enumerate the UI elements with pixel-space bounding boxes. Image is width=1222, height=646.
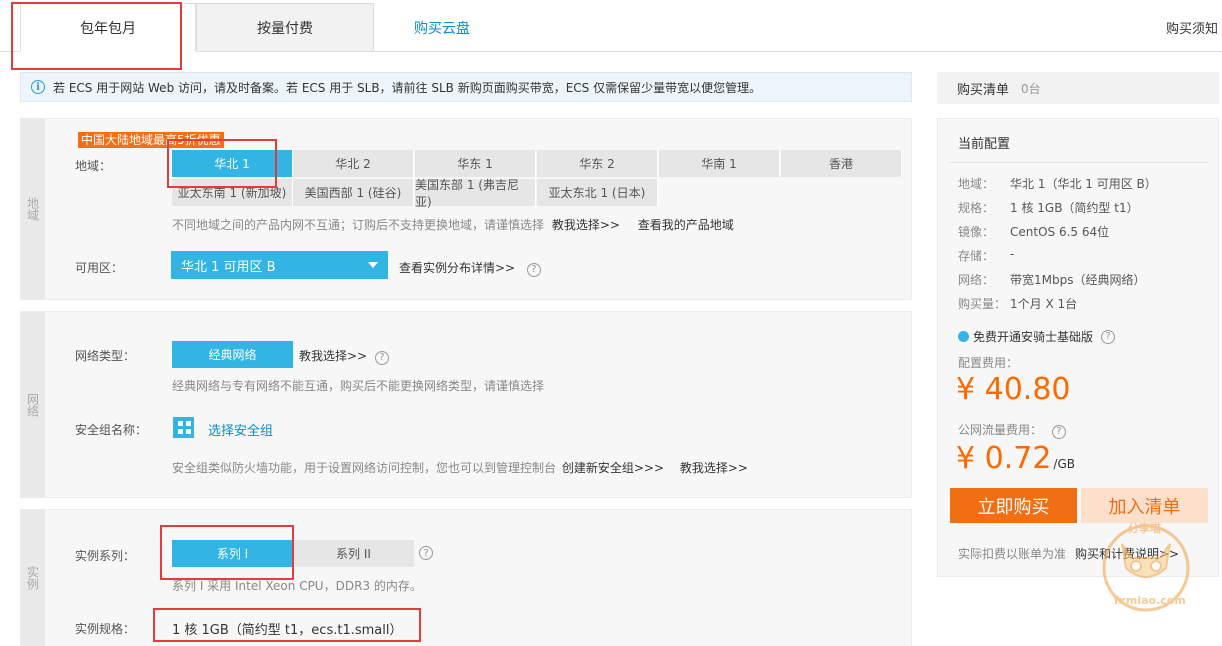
config-row: 网络： 带宽1Mbps（经典网络） (958, 273, 1146, 287)
network-section: 网络 网络类型： 经典网络 教我选择>> ? 经典网络与专有网络不能互通，购买后… (20, 311, 912, 498)
zone-label: 可用区： (75, 261, 124, 275)
region-section: 地域 中国大陆地域最高5折优惠 地域： 华北 1 华北 2 华东 1 华东 2 … (20, 118, 912, 300)
billing-note: 实际扣费以账单为准 (958, 547, 1067, 561)
config-row: 地域： 华北 1（华北 1 可用区 B） (958, 177, 1157, 191)
config-title: 当前配置 (958, 137, 1011, 152)
my-regions-link[interactable]: 查看我的产品地域 (638, 218, 734, 232)
cart-count: 0台 (1021, 81, 1041, 96)
instance-series-label: 实例系列： (75, 549, 136, 563)
shield-icon (958, 331, 969, 342)
anqi-option[interactable]: 免费开通安骑士基础版 ? (958, 328, 1116, 345)
region-guide-link[interactable]: 教我选择>> (552, 218, 620, 232)
watermark-title: 分享喵 (1128, 522, 1161, 535)
help-icon[interactable]: ? (1101, 329, 1116, 344)
highlight-box-series (160, 525, 294, 580)
tab-pay-as-you-go[interactable]: 按量付费 (196, 3, 374, 52)
network-type-label: 网络类型： (75, 349, 136, 363)
watermark-logo: 分享喵 fxmiao.com (1094, 514, 1198, 618)
cart-title: 购买清单 (957, 82, 1010, 98)
network-classic-button[interactable]: 经典网络 (172, 341, 293, 368)
zone-details: 查看实例分布详情>> ? (399, 259, 541, 277)
buy-notice-link[interactable]: 购买须知 (1166, 18, 1218, 37)
series-2-button[interactable]: 系列 II (293, 540, 414, 567)
help-icon[interactable]: ? (1051, 424, 1066, 439)
network-guide-link[interactable]: 教我选择>> (299, 349, 367, 363)
watermark-url: fxmiao.com (1114, 594, 1186, 607)
help-icon[interactable]: ? (374, 350, 389, 365)
highlight-box-monthly (11, 2, 182, 70)
region-hint: 不同地域之间的产品内网不互通；订购后不支持更换地域，请谨慎选择 教我选择>> 查… (172, 218, 734, 232)
network-type-hint: 经典网络与专有网络不能互通，购买后不能更换网络类型，请谨慎选择 (172, 379, 545, 393)
region-label: 地域： (75, 159, 112, 173)
region-us-west[interactable]: 美国西部 1 (硅谷) (293, 179, 414, 206)
create-security-group-link[interactable]: 创建新安全组>>> (562, 461, 664, 475)
help-icon[interactable]: ? (526, 262, 541, 277)
grid-icon[interactable] (173, 417, 194, 438)
region-hongkong[interactable]: 香港 (781, 150, 902, 177)
buy-now-button[interactable]: 立即购买 (950, 488, 1077, 523)
config-row: 镜像： CentOS 6.5 64位 (958, 225, 1110, 239)
section-side-network: 网络 (21, 312, 45, 497)
config-row: 购买量： 1个月 X 1台 (958, 297, 1078, 311)
tab-cloud-disk[interactable]: 购买云盘 (374, 3, 510, 52)
security-group-guide-link[interactable]: 教我选择>> (680, 461, 748, 475)
traffic-fee-label: 公网流量费用： ? (958, 421, 1066, 439)
zone-select[interactable]: 华北 1 可用区 B (171, 251, 388, 279)
config-row: 规格： 1 核 1GB（简约型 t1） (958, 201, 1139, 215)
cart-header: 购买清单 0台 (937, 72, 1219, 104)
instance-spec-label: 实例规格： (75, 622, 136, 636)
divider (948, 162, 1208, 163)
highlight-box-region (167, 139, 277, 188)
fee-label: 配置费用： (958, 356, 1019, 370)
select-security-group-link[interactable]: 选择安全组 (208, 420, 273, 439)
purchase-tabbar: 包年包月 按量付费 购买云盘 购买须知 (0, 0, 1222, 52)
info-icon: i (31, 80, 45, 94)
region-huadong-2[interactable]: 华东 2 (537, 150, 658, 177)
notice-text: 若 ECS 用于网站 Web 访问，请及时备案。若 ECS 用于 SLB，请前往… (53, 80, 762, 95)
region-huadong-1[interactable]: 华东 1 (415, 150, 536, 177)
chevron-down-icon (368, 262, 378, 268)
notice-bar: i 若 ECS 用于网站 Web 访问，请及时备案。若 ECS 用于 SLB，请… (20, 72, 912, 102)
region-japan[interactable]: 亚太东北 1 (日本) (537, 179, 658, 206)
highlight-box-spec (153, 608, 421, 642)
security-group-label: 安全组名称： (75, 423, 148, 437)
help-icon[interactable]: ? (419, 546, 433, 560)
current-config-panel: 当前配置 地域： 华北 1（华北 1 可用区 B） 规格： 1 核 1GB（简约型 … (937, 118, 1219, 577)
region-huabei-2[interactable]: 华北 2 (293, 150, 414, 177)
section-side-region: 地域 (21, 119, 45, 299)
section-side-instance: 实例 (21, 510, 45, 646)
security-group-hint: 安全组类似防火墙功能，用于设置网络访问控制，您也可以到管理控制台 创建新安全组>… (172, 461, 748, 475)
traffic-fee-value: ¥ 0.72/GB (956, 441, 1075, 476)
region-us-east[interactable]: 美国东部 1 (弗吉尼亚) (415, 178, 536, 209)
zone-details-link[interactable]: 查看实例分布详情>> (399, 261, 515, 275)
network-guide: 教我选择>> ? (299, 347, 389, 365)
config-row: 存储： - (958, 247, 1015, 263)
region-huanan-1[interactable]: 华南 1 (659, 150, 780, 177)
fee-value: ¥ 40.80 (956, 372, 1071, 407)
